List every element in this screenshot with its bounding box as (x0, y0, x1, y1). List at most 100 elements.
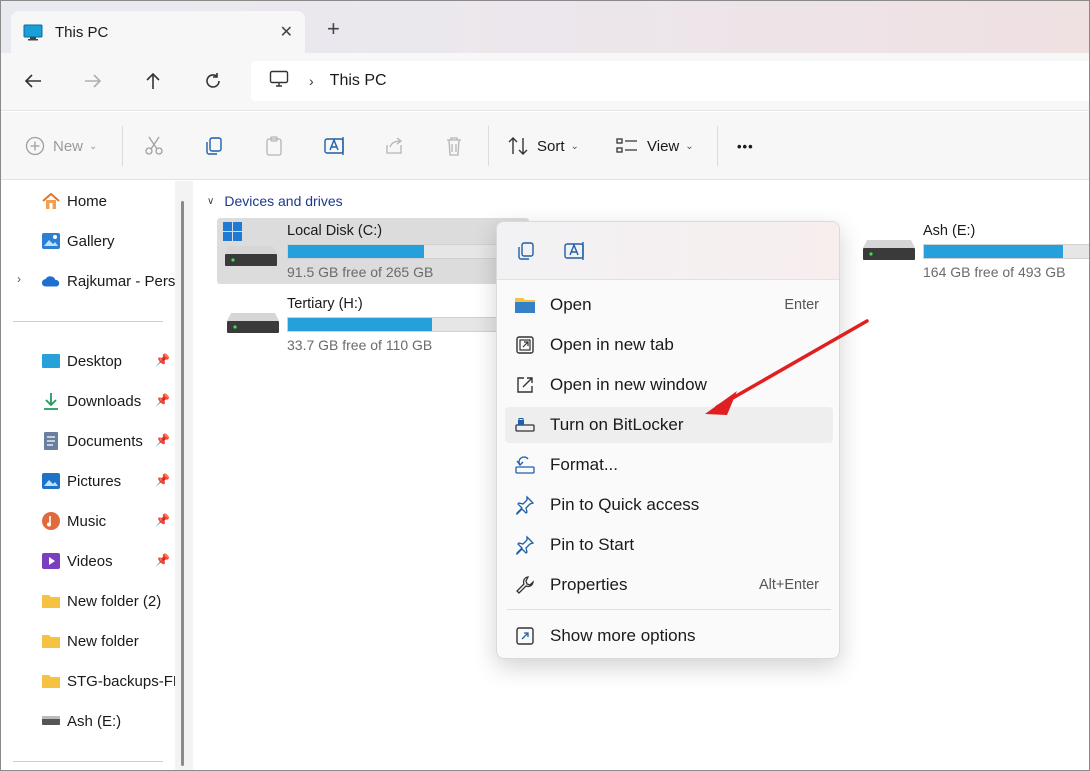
wrench-icon (514, 574, 536, 596)
menu-item-properties[interactable]: Properties Alt+Enter (505, 567, 833, 603)
toolbar-divider (717, 126, 718, 166)
drive-usage-fill (288, 245, 425, 258)
more-options-button[interactable]: ••• (737, 134, 754, 158)
sidebar-item-home[interactable]: Home (41, 189, 181, 213)
copy-icon[interactable] (515, 240, 537, 262)
drive-icon (41, 711, 61, 731)
sidebar-item-label: Rajkumar - Perso (67, 272, 181, 290)
pin-icon[interactable]: 📌 (155, 433, 170, 447)
new-label: New (53, 137, 84, 155)
menu-item-label: Pin to Start (550, 535, 635, 554)
arrow-right-icon (85, 74, 102, 88)
drive-tile-c[interactable]: Local Disk (C:) 91.5 GB free of 265 GB (217, 218, 529, 284)
pictures-icon (41, 471, 61, 491)
sidebar-scroll-track[interactable] (175, 181, 193, 770)
sidebar-item-label: STG-backups-FF (67, 672, 181, 690)
more-options-icon (514, 625, 536, 647)
breadcrumb-separator[interactable]: › (309, 73, 314, 89)
folder-open-icon (514, 294, 536, 316)
onedrive-icon (41, 271, 61, 291)
sidebar-item-label: Desktop (67, 352, 123, 370)
drive-tile-e[interactable]: Ash (E:) 164 GB free of 493 GB (853, 218, 1089, 284)
context-quick-actions (497, 222, 839, 280)
section-title: Devices and drives (224, 193, 343, 209)
menu-item-open-new-window[interactable]: Open in new window (505, 367, 833, 403)
paste-button[interactable] (263, 134, 285, 158)
refresh-button[interactable] (201, 69, 225, 93)
sidebar-item-onedrive[interactable]: Rajkumar - Perso (41, 269, 181, 293)
sidebar-divider (13, 761, 163, 762)
menu-item-open[interactable]: Open Enter (505, 287, 833, 323)
command-bar: New ⌄ Sort ⌄ View ⌄ ••• (1, 112, 1089, 180)
tab-this-pc[interactable]: This PC ✕ (11, 11, 305, 53)
drive-icon (861, 236, 915, 274)
menu-item-label: Open in new tab (550, 335, 674, 354)
new-button[interactable]: New ⌄ (25, 134, 97, 158)
menu-divider (507, 609, 831, 610)
tab-title: This PC (55, 23, 109, 41)
copy-button[interactable] (203, 134, 225, 158)
view-label: View (647, 137, 680, 155)
sidebar-item-gallery[interactable]: Gallery (41, 229, 181, 253)
menu-item-pin-quick-access[interactable]: Pin to Quick access (505, 487, 833, 523)
documents-icon (41, 431, 61, 451)
chevron-down-icon: ⌄ (570, 140, 579, 152)
sidebar-item-label: Documents (67, 432, 143, 450)
pin-icon[interactable]: 📌 (155, 393, 170, 407)
new-tab-button[interactable]: + (327, 18, 340, 40)
share-button[interactable] (383, 134, 405, 158)
folder-icon (41, 671, 61, 691)
pin-icon[interactable]: 📌 (155, 353, 170, 367)
refresh-icon (206, 73, 220, 88)
sidebar-item-label: New folder (67, 632, 139, 650)
pin-icon[interactable]: 📌 (155, 553, 170, 567)
menu-item-format[interactable]: Format... (505, 447, 833, 483)
up-button[interactable] (141, 69, 165, 93)
pin-icon[interactable]: 📌 (155, 473, 170, 487)
format-icon (514, 454, 536, 476)
view-button[interactable]: View ⌄ (615, 134, 694, 158)
sidebar-item-ash-drive[interactable]: Ash (E:) (41, 709, 181, 733)
back-button[interactable] (21, 69, 45, 93)
pin-icon[interactable]: 📌 (155, 513, 170, 527)
chevron-down-icon: ⌄ (89, 140, 98, 152)
sidebar-item-label: Pictures (67, 472, 122, 490)
drive-name: Tertiary (H:) (287, 296, 363, 312)
close-tab-icon[interactable]: ✕ (280, 22, 293, 42)
drive-tile-h[interactable]: Tertiary (H:) 33.7 GB free of 110 GB (217, 291, 529, 357)
menu-item-open-new-tab[interactable]: Open in new tab (505, 327, 833, 363)
pin-icon (514, 534, 536, 556)
sort-button[interactable]: Sort ⌄ (507, 134, 579, 158)
chevron-right-icon[interactable]: › (17, 272, 21, 286)
drive-name: Ash (E:) (923, 223, 976, 239)
delete-button[interactable] (443, 134, 465, 158)
rename-button[interactable] (323, 134, 347, 158)
sidebar-item-new-folder[interactable]: New folder (41, 629, 181, 653)
drive-usage-fill (924, 245, 1063, 258)
menu-item-show-more-options[interactable]: Show more options (505, 618, 833, 654)
file-explorer-window: This PC ✕ + › This PC New ⌄ Sort ⌄ View … (0, 0, 1090, 771)
menu-item-label: Open in new window (550, 375, 707, 394)
sidebar-item-new-folder-2[interactable]: New folder (2) (41, 589, 181, 613)
sidebar-item-label: Downloads (67, 392, 142, 410)
menu-item-turn-on-bitlocker[interactable]: Turn on BitLocker (505, 407, 833, 443)
breadcrumb[interactable]: This PC (330, 72, 387, 90)
arrow-left-icon (24, 74, 41, 88)
title-bar: This PC ✕ + (1, 1, 1089, 53)
chevron-down-icon: ⌄ (685, 140, 694, 152)
devices-section-header[interactable]: ∨ Devices and drives (207, 193, 343, 209)
sidebar-item-stg-backups[interactable]: STG-backups-FF (41, 669, 181, 693)
toolbar-divider (122, 126, 123, 166)
sidebar-item-label: Home (67, 192, 108, 210)
chevron-down-icon: ∨ (207, 195, 215, 207)
cut-button[interactable] (143, 134, 165, 158)
menu-item-pin-to-start[interactable]: Pin to Start (505, 527, 833, 563)
menu-item-label: Properties (550, 575, 628, 594)
forward-button[interactable] (81, 69, 105, 93)
menu-item-label: Pin to Quick access (550, 495, 700, 514)
new-window-icon (514, 374, 536, 396)
menu-item-label: Format... (550, 455, 619, 474)
address-bar[interactable]: › This PC (251, 61, 1089, 101)
rename-icon[interactable] (563, 240, 585, 262)
sidebar-scrollbar[interactable] (181, 201, 184, 766)
